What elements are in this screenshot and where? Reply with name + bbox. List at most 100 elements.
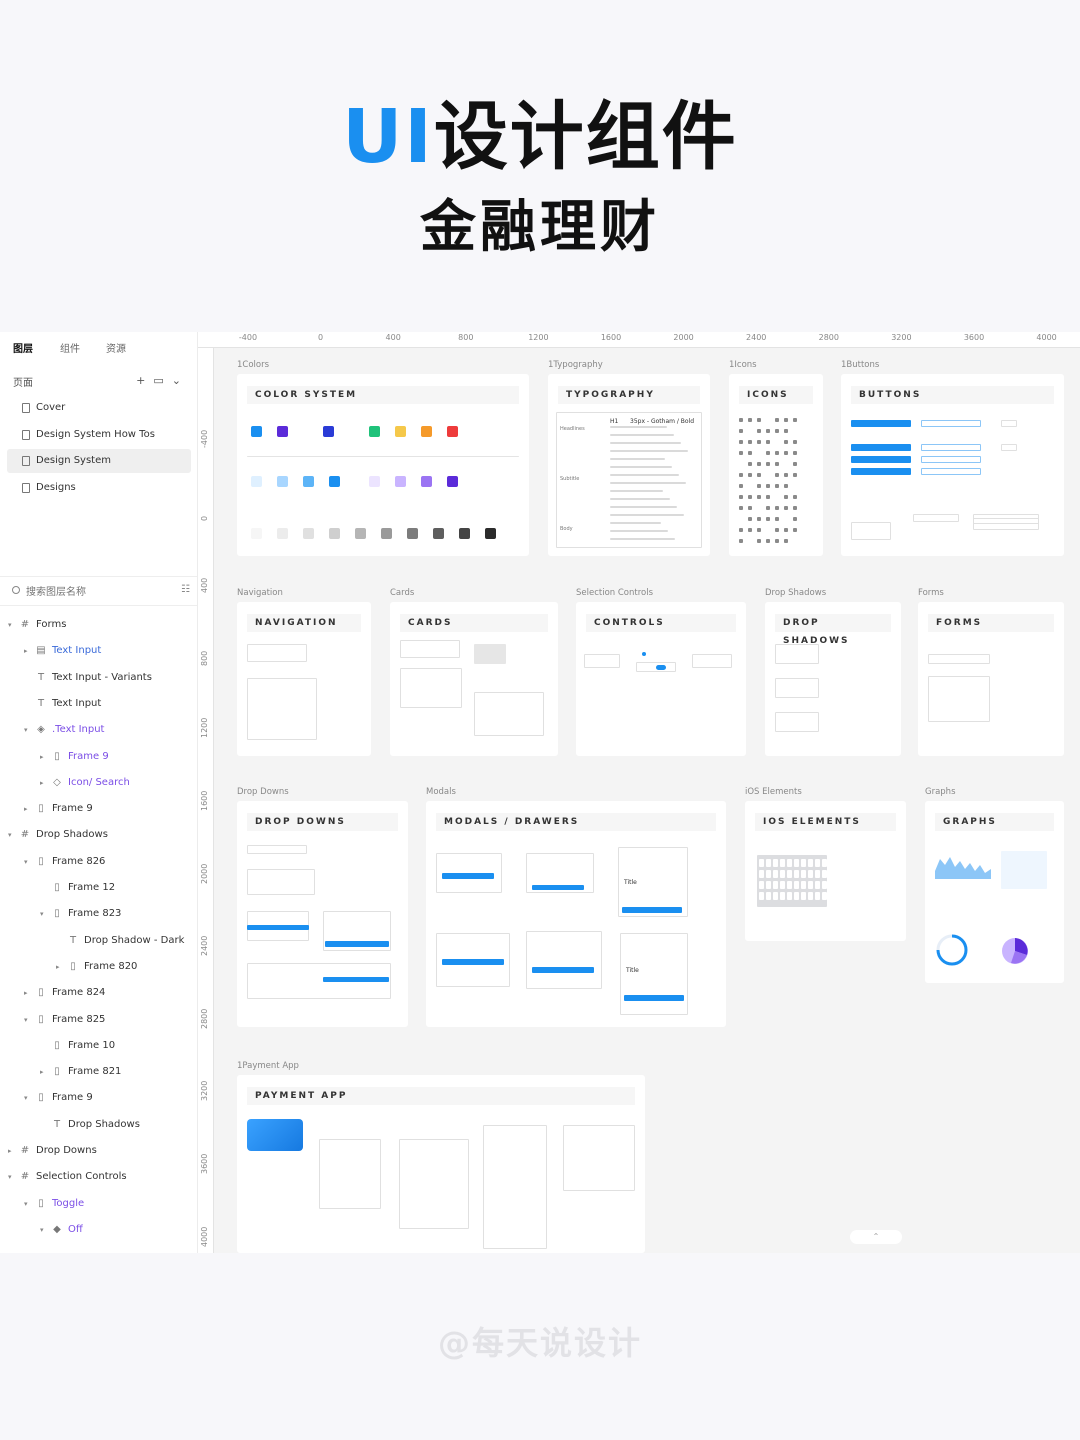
layer-row[interactable]: ▾ ▯ Frame 9 xyxy=(24,1087,93,1109)
layer-row[interactable]: ▯ Frame 12 xyxy=(40,877,115,899)
chevron-down-icon[interactable]: ⌄ xyxy=(172,374,189,387)
frame-typography[interactable]: TYPOGRAPHY Headlines Subtitle Body H1 35… xyxy=(548,374,710,556)
frame-payment[interactable]: PAYMENT APP xyxy=(237,1075,645,1253)
page-item[interactable]: Design System How Tos xyxy=(7,423,191,447)
frame-buttons[interactable]: BUTTONS xyxy=(841,374,1064,556)
layer-row[interactable]: ▸ # Drop Downs xyxy=(8,1140,97,1162)
icon-sample xyxy=(784,473,788,477)
layer-row[interactable]: ▸ ▯ Frame 9 xyxy=(24,798,93,820)
layer-row[interactable]: ▾ # Drop Shadows xyxy=(8,824,108,846)
sample-gauge-chart xyxy=(936,934,968,966)
keyboard-key xyxy=(815,859,820,867)
expand-caret-icon[interactable]: ▾ xyxy=(40,903,50,925)
expand-caret-icon[interactable]: ▾ xyxy=(8,1166,18,1188)
expand-caret-icon[interactable]: ▸ xyxy=(24,640,34,662)
frame-icon: # xyxy=(20,829,30,841)
frame-label-dropdowns[interactable]: Drop Downs xyxy=(237,787,289,797)
ruler-tick-label: 4000 xyxy=(1036,333,1057,342)
frame-forms[interactable]: FORMS xyxy=(918,602,1064,756)
frame-label-forms[interactable]: Forms xyxy=(918,588,944,598)
layer-row[interactable]: T Text Input - Variants xyxy=(24,667,152,689)
collapse-panel-button[interactable]: ⌃ xyxy=(850,1230,902,1244)
sample-secondary-button xyxy=(921,420,981,427)
icon-sample xyxy=(748,506,752,510)
frame-label-icons[interactable]: 1Icons xyxy=(729,360,757,370)
frame-label-controls[interactable]: Selection Controls xyxy=(576,588,653,598)
frame-label-typography[interactable]: 1Typography xyxy=(548,360,603,370)
ruler-tick-label: 2800 xyxy=(200,1008,209,1029)
layer-row[interactable]: ▸ ▯ Frame 821 xyxy=(40,1061,121,1083)
frame-label-modals[interactable]: Modals xyxy=(426,787,456,797)
layer-row[interactable]: ▾ ▯ Frame 823 xyxy=(40,903,121,925)
layer-row[interactable]: ▸ ▤ Text Input xyxy=(24,640,101,662)
filter-icon[interactable]: ☷ xyxy=(181,584,190,595)
layer-row[interactable]: T Text Input xyxy=(24,693,101,715)
tab-components[interactable]: 组件 xyxy=(60,340,80,355)
layer-row[interactable]: ▸ ◇ Icon/ Search xyxy=(40,772,130,794)
frame-label-navigation[interactable]: Navigation xyxy=(237,588,283,598)
frame-navigation[interactable]: NAVIGATION xyxy=(237,602,371,756)
frame-label-shadows[interactable]: Drop Shadows xyxy=(765,588,826,598)
expand-caret-icon[interactable]: ▾ xyxy=(24,1087,34,1109)
tab-layers[interactable]: 图层 xyxy=(13,340,33,355)
frame-label-buttons[interactable]: 1Buttons xyxy=(841,360,879,370)
frame-label-payment[interactable]: 1Payment App xyxy=(237,1061,299,1071)
expand-caret-icon[interactable]: ▾ xyxy=(40,1219,50,1241)
layer-row[interactable]: ▾ # Selection Controls xyxy=(8,1166,127,1188)
frame-label-graphs[interactable]: Graphs xyxy=(925,787,956,797)
layer-row[interactable]: ▾ ▯ Frame 825 xyxy=(24,1009,105,1031)
frame-icons[interactable]: ICONS xyxy=(729,374,823,556)
instance-icon: ◇ xyxy=(53,776,61,788)
tab-assets[interactable]: 资源 xyxy=(106,340,126,355)
frame-controls[interactable]: CONTROLS xyxy=(576,602,746,756)
layer-row[interactable]: ▾ ◆ Off xyxy=(40,1219,83,1241)
frame-graphs[interactable]: GRAPHS xyxy=(925,801,1064,983)
frame-label-cards[interactable]: Cards xyxy=(390,588,414,598)
page-item[interactable]: Cover xyxy=(7,396,191,420)
page-item[interactable]: Designs xyxy=(7,476,191,500)
icon-sample xyxy=(775,462,779,466)
ruler-tick-label: 2400 xyxy=(200,935,209,957)
expand-caret-icon[interactable]: ▾ xyxy=(24,1009,34,1031)
type-sample-line xyxy=(610,466,672,468)
expand-caret-icon[interactable]: ▾ xyxy=(8,824,18,846)
frame-ios[interactable]: IOS ELEMENTS xyxy=(745,801,906,941)
layer-row[interactable]: T Drop Shadows xyxy=(40,1114,140,1136)
add-page-icon[interactable]: + xyxy=(136,374,153,387)
layer-row[interactable]: ▾ ▯ Frame 826 xyxy=(24,851,105,873)
layer-search-input[interactable] xyxy=(26,583,166,601)
expand-caret-icon[interactable]: ▸ xyxy=(40,746,50,768)
layer-row[interactable]: ▾ # Forms xyxy=(8,614,66,636)
expand-caret-icon[interactable]: ▾ xyxy=(24,851,34,873)
layer-row[interactable]: ▸ ▯ Frame 9 xyxy=(40,746,109,768)
type-sample-line xyxy=(610,538,675,540)
expand-caret-icon[interactable]: ▸ xyxy=(56,956,66,978)
expand-caret-icon[interactable]: ▾ xyxy=(24,1193,34,1215)
frame-colors[interactable]: COLOR SYSTEM xyxy=(237,374,529,556)
expand-caret-icon[interactable]: ▸ xyxy=(8,1140,18,1162)
design-canvas[interactable]: -400 0 400 800 1200 1600 2000 2400 2800 3200 3600 4… xyxy=(198,332,1080,1253)
expand-caret-icon[interactable]: ▸ xyxy=(24,982,34,1004)
layer-row[interactable]: ▾ ◈ .Text Input xyxy=(24,719,104,741)
layer-row[interactable]: T Drop Shadow - Dark xyxy=(56,930,184,952)
layer-row[interactable]: ▸ ▯ Frame 820 xyxy=(56,956,137,978)
folder-icon[interactable]: ▭ xyxy=(153,374,171,387)
frame-label-colors[interactable]: 1Colors xyxy=(237,360,269,370)
color-swatch xyxy=(251,476,262,487)
layer-label: .Text Input xyxy=(52,724,105,736)
frame-shadows[interactable]: DROP SHADOWS xyxy=(765,602,901,756)
frame-title: PAYMENT APP xyxy=(247,1087,635,1105)
frame-dropdowns[interactable]: DROP DOWNS xyxy=(237,801,408,1027)
expand-caret-icon[interactable]: ▸ xyxy=(24,798,34,820)
frame-cards[interactable]: CARDS xyxy=(390,602,558,756)
expand-caret-icon[interactable]: ▸ xyxy=(40,1061,50,1083)
frame-modals[interactable]: MODALS / DRAWERS Title Title xyxy=(426,801,726,1027)
layer-row[interactable]: ▸ ▯ Frame 824 xyxy=(24,982,105,1004)
page-item[interactable]: Design System xyxy=(7,449,191,473)
expand-caret-icon[interactable]: ▸ xyxy=(40,772,50,794)
layer-row[interactable]: ▯ Frame 10 xyxy=(40,1035,115,1057)
expand-caret-icon[interactable]: ▾ xyxy=(8,614,18,636)
layer-row[interactable]: ▾ ▯ Toggle xyxy=(24,1193,84,1215)
expand-caret-icon[interactable]: ▾ xyxy=(24,719,34,741)
frame-label-ios[interactable]: iOS Elements xyxy=(745,787,802,797)
